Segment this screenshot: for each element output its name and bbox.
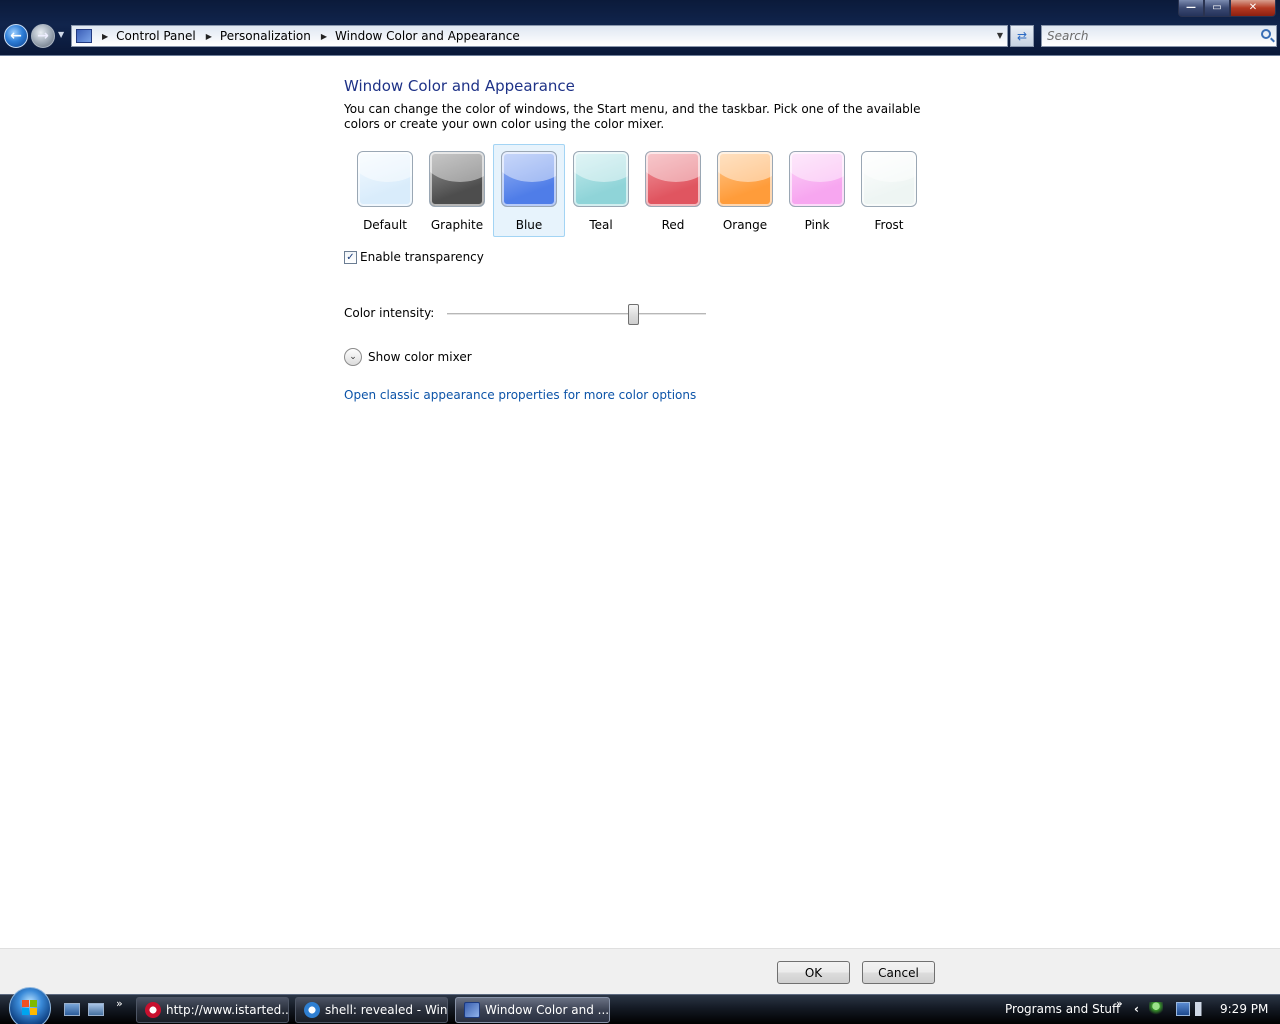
quicklaunch-more-icon[interactable]: » bbox=[116, 997, 123, 1010]
breadcrumb-separator-icon[interactable]: ▶ bbox=[321, 32, 327, 41]
messenger-icon[interactable] bbox=[1149, 1002, 1163, 1016]
swatch-label: Pink bbox=[804, 218, 830, 232]
page-description: You can change the color of windows, the… bbox=[344, 102, 921, 131]
windows-logo-icon bbox=[22, 1000, 38, 1016]
chevron-down-icon[interactable]: ⌄ bbox=[344, 348, 362, 366]
swatch-graphite[interactable]: Graphite bbox=[421, 144, 493, 237]
taskbar-item-window-color[interactable]: Window Color and ... bbox=[455, 997, 610, 1023]
address-bar[interactable]: ▶ Control Panel ▶ Personalization ▶ Wind… bbox=[71, 25, 1008, 47]
swatch-blue[interactable]: Blue bbox=[493, 144, 565, 237]
taskbar-item-browser[interactable]: http://www.istarted... bbox=[136, 997, 289, 1023]
caption-buttons: — ▭ ✕ bbox=[1178, 0, 1276, 18]
breadcrumb-control-panel[interactable]: Control Panel bbox=[116, 29, 196, 43]
start-button[interactable] bbox=[9, 987, 51, 1024]
color-intensity-slider-thumb[interactable] bbox=[628, 304, 639, 325]
taskbar-item-label: shell: revealed - Win... bbox=[325, 1003, 448, 1017]
swatch-tile bbox=[357, 151, 413, 207]
taskbar: » http://www.istarted... shell: revealed… bbox=[0, 987, 1280, 1024]
taskbar-item-label: http://www.istarted... bbox=[166, 1003, 289, 1017]
switch-windows-icon[interactable] bbox=[88, 1003, 104, 1016]
forward-button[interactable]: → bbox=[31, 24, 55, 48]
close-button[interactable]: ✕ bbox=[1230, 0, 1276, 17]
page-title: Window Color and Appearance bbox=[344, 77, 575, 95]
dialog-button-bar: OK Cancel bbox=[0, 948, 1280, 994]
color-mixer-row[interactable]: ⌄ Show color mixer bbox=[344, 348, 472, 366]
swatch-orange[interactable]: Orange bbox=[709, 144, 781, 237]
opera-icon bbox=[145, 1002, 161, 1018]
classic-appearance-link[interactable]: Open classic appearance properties for m… bbox=[344, 388, 696, 402]
swatch-tile bbox=[573, 151, 629, 207]
control-panel-icon bbox=[76, 29, 92, 43]
enable-transparency-label[interactable]: Enable transparency bbox=[360, 250, 484, 264]
control-panel-icon bbox=[464, 1002, 480, 1018]
ok-button[interactable]: OK bbox=[777, 961, 850, 984]
swatch-red[interactable]: Red bbox=[637, 144, 709, 237]
swatch-label: Teal bbox=[589, 218, 613, 232]
swatch-label: Frost bbox=[874, 218, 904, 232]
swatch-label: Default bbox=[363, 218, 407, 232]
swatch-default[interactable]: Default bbox=[349, 144, 421, 237]
swatch-label: Blue bbox=[515, 218, 543, 232]
back-button[interactable]: ← bbox=[4, 24, 28, 48]
swatch-tile bbox=[645, 151, 701, 207]
minimize-button[interactable]: — bbox=[1178, 0, 1204, 17]
cancel-button[interactable]: Cancel bbox=[862, 961, 935, 984]
taskbar-item-ie[interactable]: shell: revealed - Win... bbox=[295, 997, 448, 1023]
address-dropdown-icon[interactable]: ▼ bbox=[997, 31, 1003, 40]
recent-pages-dropdown-icon[interactable]: ▼ bbox=[58, 30, 64, 39]
swatch-label: Red bbox=[661, 218, 685, 232]
color-swatches: Default Graphite Blue Teal Red Orange Pi… bbox=[349, 144, 925, 237]
toolbar-more-icon[interactable]: » bbox=[1116, 997, 1123, 1010]
swatch-tile bbox=[717, 151, 773, 207]
swatch-pink[interactable]: Pink bbox=[781, 144, 853, 237]
maximize-button[interactable]: ▭ bbox=[1204, 0, 1230, 17]
swatch-tile bbox=[861, 151, 917, 207]
breadcrumb-separator-icon[interactable]: ▶ bbox=[206, 32, 212, 41]
internet-explorer-icon bbox=[304, 1002, 320, 1018]
tray-expand-icon[interactable]: ‹ bbox=[1134, 1002, 1139, 1016]
color-intensity-track[interactable] bbox=[447, 313, 706, 316]
swatch-label: Graphite bbox=[430, 218, 484, 232]
swatch-label: Orange bbox=[722, 218, 768, 232]
breadcrumb-window-color[interactable]: Window Color and Appearance bbox=[335, 29, 520, 43]
show-color-mixer-label[interactable]: Show color mixer bbox=[368, 350, 472, 364]
swatch-teal[interactable]: Teal bbox=[565, 144, 637, 237]
content-pane: Window Color and Appearance You can chan… bbox=[0, 57, 1280, 948]
programs-toolbar-label[interactable]: Programs and Stuff bbox=[1005, 1002, 1120, 1016]
taskbar-item-label: Window Color and ... bbox=[485, 1003, 610, 1017]
network-icon[interactable] bbox=[1176, 1002, 1190, 1016]
transparency-row[interactable]: ✓ Enable transparency bbox=[344, 250, 484, 264]
window-chrome: — ▭ ✕ ← → ▼ ▶ Control Panel ▶ Personaliz… bbox=[0, 0, 1280, 56]
swatch-frost[interactable]: Frost bbox=[853, 144, 925, 237]
refresh-button[interactable]: ⇄ bbox=[1010, 25, 1034, 47]
search-box[interactable] bbox=[1041, 25, 1277, 47]
show-desktop-icon[interactable] bbox=[64, 1003, 80, 1016]
volume-icon[interactable] bbox=[1195, 1002, 1209, 1016]
color-intensity-label: Color intensity: bbox=[344, 306, 435, 320]
search-input[interactable] bbox=[1042, 26, 1252, 46]
breadcrumb-separator-icon[interactable]: ▶ bbox=[102, 32, 108, 41]
swatch-tile bbox=[789, 151, 845, 207]
swatch-tile bbox=[429, 151, 485, 207]
enable-transparency-checkbox[interactable]: ✓ bbox=[344, 250, 357, 264]
clock[interactable]: 9:29 PM bbox=[1220, 1002, 1268, 1016]
search-icon[interactable] bbox=[1261, 29, 1271, 39]
breadcrumb-personalization[interactable]: Personalization bbox=[220, 29, 311, 43]
swatch-tile bbox=[501, 151, 557, 207]
